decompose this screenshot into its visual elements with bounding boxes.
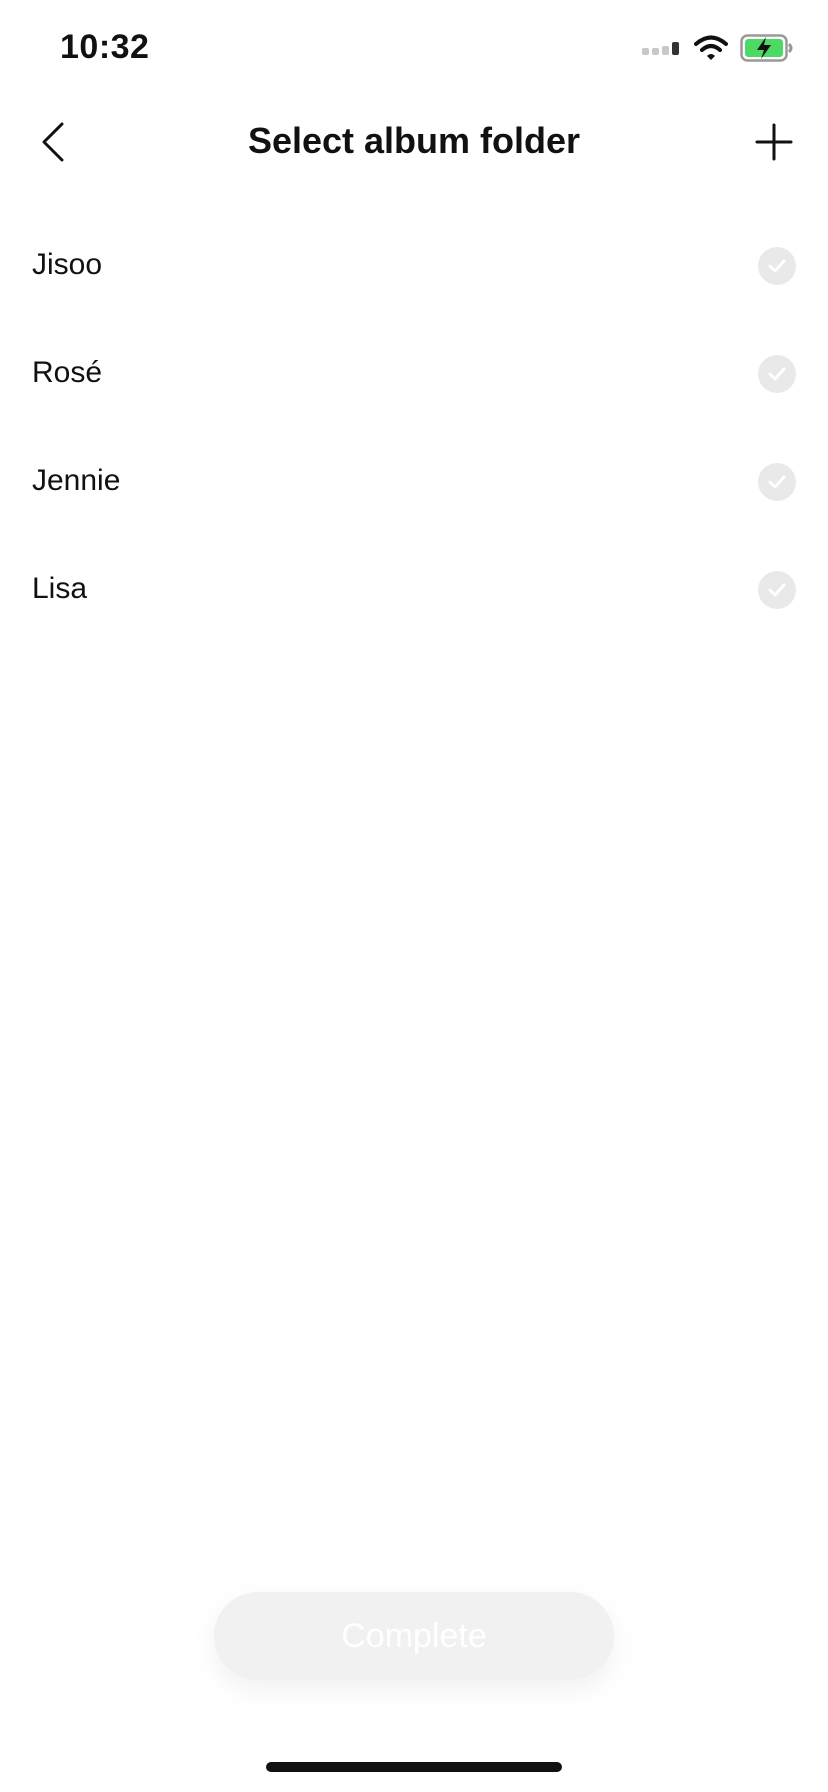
plus-icon bbox=[754, 122, 794, 167]
folder-item-jisoo[interactable]: Jisoo bbox=[0, 214, 828, 322]
folder-list: Jisoo Rosé Jennie Lisa bbox=[0, 214, 828, 646]
status-bar: 10:32 bbox=[0, 0, 828, 100]
folder-label: Jennie bbox=[32, 464, 121, 497]
page-title: Select album folder bbox=[247, 120, 581, 161]
footer: Complete bbox=[0, 1592, 828, 1680]
status-time: 10:32 bbox=[60, 28, 150, 66]
folder-item-jennie[interactable]: Jennie bbox=[0, 430, 828, 538]
check-circle-icon[interactable] bbox=[758, 355, 796, 393]
nav-bar: Select album folder bbox=[0, 100, 828, 188]
battery-charging-icon bbox=[740, 33, 794, 67]
check-circle-icon[interactable] bbox=[758, 463, 796, 501]
wifi-icon bbox=[694, 35, 728, 66]
add-folder-button[interactable] bbox=[742, 112, 806, 176]
folder-label: Lisa bbox=[32, 572, 88, 605]
check-circle-icon[interactable] bbox=[758, 247, 796, 285]
check-circle-icon[interactable] bbox=[758, 571, 796, 609]
home-indicator bbox=[266, 1762, 562, 1772]
folder-label: Rosé bbox=[32, 356, 103, 389]
folder-label: Jisoo bbox=[32, 248, 103, 281]
signal-icon bbox=[642, 40, 682, 61]
status-icons bbox=[642, 33, 794, 67]
folder-item-rose[interactable]: Rosé bbox=[0, 322, 828, 430]
folder-item-lisa[interactable]: Lisa bbox=[0, 538, 828, 646]
complete-button[interactable]: Complete bbox=[214, 1592, 614, 1680]
